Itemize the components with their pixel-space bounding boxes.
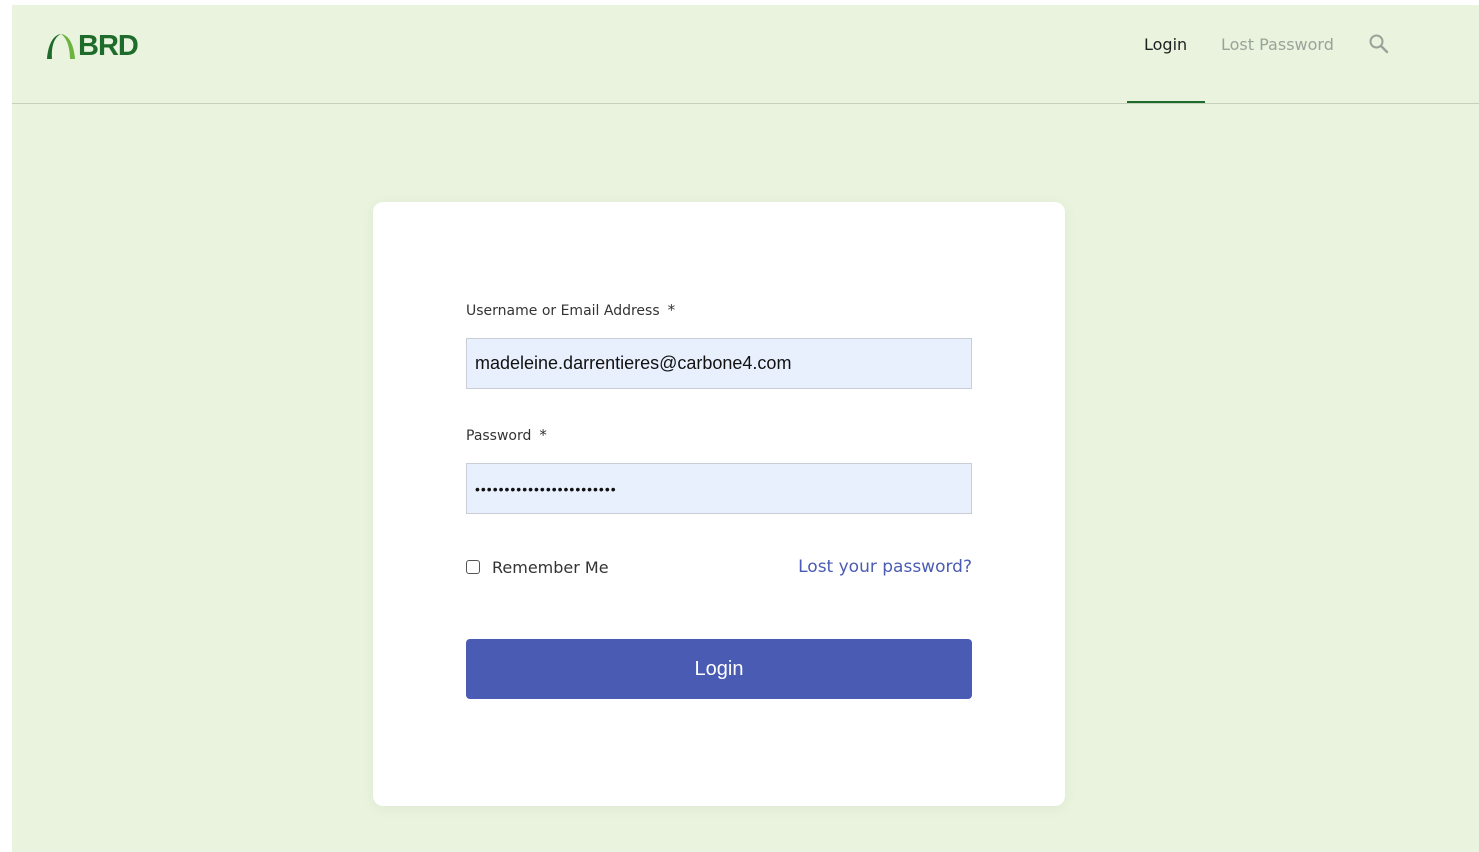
search-icon[interactable] <box>1368 33 1390 55</box>
remember-me-checkbox[interactable] <box>466 560 480 574</box>
password-input[interactable] <box>466 463 972 514</box>
brd-logo[interactable]: BRD <box>44 30 139 62</box>
login-button[interactable]: Login <box>466 639 972 699</box>
nav-login[interactable]: Login <box>1144 33 1187 57</box>
password-label: Password * <box>466 425 547 446</box>
username-label: Username or Email Address * <box>466 300 675 321</box>
username-label-text: Username or Email Address <box>466 303 660 319</box>
username-input[interactable] <box>466 338 972 389</box>
username-required-marker: * <box>667 301 676 319</box>
password-label-text: Password <box>466 428 532 444</box>
remember-me[interactable]: Remember Me <box>466 556 609 578</box>
login-card: Username or Email Address * Password * Rem… <box>373 202 1065 806</box>
nav-lost-password[interactable]: Lost Password <box>1221 33 1334 57</box>
site-header: BRD Login Lost Password <box>12 5 1479 104</box>
password-required-marker: * <box>539 426 547 444</box>
logo-arc-icon <box>47 34 75 59</box>
nav-active-indicator <box>1127 101 1205 103</box>
page: BRD Login Lost Password Username or Emai… <box>12 5 1479 852</box>
logo-text: BRD <box>78 30 139 62</box>
lost-password-link[interactable]: Lost your password? <box>798 556 972 578</box>
remember-me-label: Remember Me <box>492 557 609 577</box>
